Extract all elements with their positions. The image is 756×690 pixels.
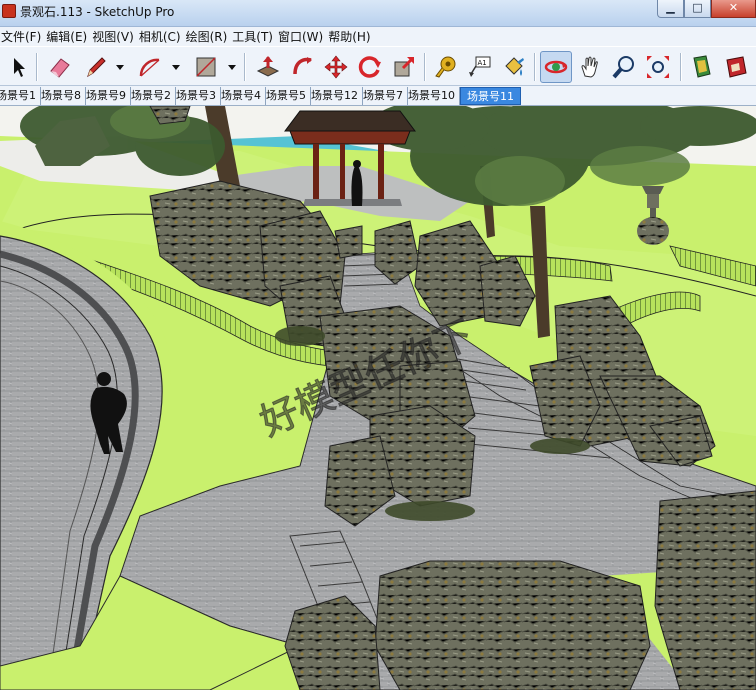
- menu-view[interactable]: 视图(V): [90, 28, 138, 45]
- tape-measure-icon: [435, 56, 456, 78]
- scene-tab[interactable]: 场景号7: [363, 87, 408, 105]
- select-icon: [14, 58, 25, 77]
- text-tool-button[interactable]: A1: [464, 51, 496, 83]
- scale-icon: [394, 56, 415, 77]
- menu-help[interactable]: 帮助(H): [326, 28, 374, 45]
- scene-tab[interactable]: 场景号9: [86, 87, 131, 105]
- svg-text:A1: A1: [478, 59, 487, 67]
- push-pull-icon: [256, 56, 280, 77]
- scene-tab[interactable]: 场景号5: [266, 87, 311, 105]
- paint-bucket-icon: [505, 57, 524, 76]
- arc-dropdown-icon[interactable]: [170, 61, 182, 73]
- eraser-icon: [50, 58, 70, 78]
- sketchup-app-icon: [2, 4, 16, 18]
- menu-file[interactable]: 文件(F): [0, 28, 45, 45]
- text-label-icon: A1: [469, 56, 491, 77]
- pan-icon: [581, 56, 598, 78]
- orbit-tool-button[interactable]: [540, 51, 572, 83]
- pencil-dropdown-icon[interactable]: [114, 61, 126, 73]
- close-button[interactable]: ✕: [711, 0, 756, 18]
- scene-tab[interactable]: 场景号10: [408, 87, 460, 105]
- maximize-button[interactable]: □: [684, 0, 711, 18]
- warehouse-button[interactable]: [720, 51, 752, 83]
- eraser-tool-button[interactable]: [44, 51, 76, 83]
- pencil-icon: [87, 57, 106, 78]
- rectangle-icon: [196, 57, 216, 77]
- scene-tabs: 场景号1 场景号8 场景号9 场景号2 场景号3 场景号4 场景号5 场景号12…: [0, 86, 756, 106]
- components-icon: [693, 55, 711, 78]
- menu-bar: 文件(F) 编辑(E) 视图(V) 相机(C) 绘图(R) 工具(T) 窗口(W…: [0, 27, 756, 46]
- pencil-tool-button[interactable]: [80, 51, 112, 83]
- scene-tab[interactable]: 场景号8: [41, 87, 86, 105]
- scale-tool-button[interactable]: [388, 51, 420, 83]
- scene-tab[interactable]: 场景号12: [311, 87, 363, 105]
- rectangle-dropdown-icon[interactable]: [226, 61, 238, 73]
- zoom-extents-tool-button[interactable]: [642, 51, 674, 83]
- menu-edit[interactable]: 编辑(E): [44, 28, 91, 45]
- rectangle-tool-button[interactable]: [190, 51, 222, 83]
- pan-tool-button[interactable]: [574, 51, 606, 83]
- follow-me-tool-button[interactable]: [286, 51, 318, 83]
- window-title: 景观石.113 - SketchUp Pro: [20, 5, 175, 19]
- rotate-tool-button[interactable]: [354, 51, 386, 83]
- zoom-extents-icon: [647, 56, 669, 78]
- move-icon: [324, 55, 348, 79]
- menu-camera[interactable]: 相机(C): [137, 28, 185, 45]
- tape-measure-tool-button[interactable]: [430, 51, 462, 83]
- scene-tab[interactable]: 场景号3: [176, 87, 221, 105]
- push-pull-tool-button[interactable]: [252, 51, 284, 83]
- move-tool-button[interactable]: [320, 51, 352, 83]
- components-button[interactable]: [686, 51, 718, 83]
- arc-tool-button[interactable]: [134, 51, 166, 83]
- orbit-icon: [544, 60, 568, 74]
- paint-bucket-tool-button[interactable]: [498, 51, 530, 83]
- menu-tools[interactable]: 工具(T): [230, 28, 277, 45]
- minimize-button[interactable]: ▁: [657, 0, 684, 18]
- scene-tab[interactable]: 场景号2: [131, 87, 176, 105]
- follow-me-icon: [293, 57, 312, 75]
- menu-window[interactable]: 窗口(W): [276, 28, 327, 45]
- arc-icon: [139, 58, 160, 77]
- zoom-tool-button[interactable]: [608, 51, 640, 83]
- scene-tab[interactable]: 场景号1: [0, 87, 41, 105]
- select-tool-button[interactable]: [2, 51, 34, 83]
- scene-tab[interactable]: 场景号4: [221, 87, 266, 105]
- rotate-icon: [358, 56, 381, 78]
- zoom-icon: [612, 56, 634, 79]
- title-bar: 景观石.113 - SketchUp Pro ▁ □ ✕: [0, 0, 756, 27]
- scene-tab-active[interactable]: 场景号11: [460, 87, 521, 105]
- menu-draw[interactable]: 绘图(R): [184, 28, 232, 45]
- sketchup-window: 景观石.113 - SketchUp Pro ▁ □ ✕ 文件(F) 编辑(E)…: [0, 0, 756, 690]
- warehouse-icon: [726, 56, 747, 78]
- main-toolbar: A1: [0, 46, 756, 86]
- model-viewport[interactable]: 好模型任你下: [0, 106, 756, 690]
